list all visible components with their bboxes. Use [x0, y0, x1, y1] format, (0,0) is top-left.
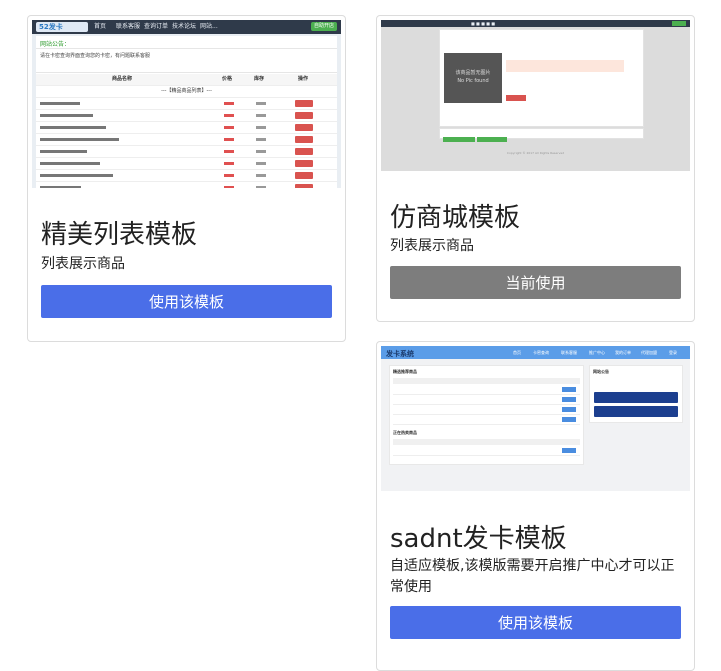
thumb-nav-button: 自助开店	[311, 22, 337, 31]
thumb-table-row	[36, 170, 337, 182]
template-thumbnail: 52发卡 首页 联系客服 查询订单 技术论坛 网站... 自助开店 网站公告： …	[32, 20, 341, 188]
thumb-buy-button	[295, 100, 313, 107]
thumb-section-title: 正在热卖商品	[393, 430, 417, 435]
thumb-buy-button	[295, 172, 313, 179]
use-template-button[interactable]: 使用该模板	[390, 606, 681, 639]
thumb-buy-button	[295, 124, 313, 131]
template-card-sadnt: 发卡系统 首页 卡密查询 联系客服 推广中心 我的订单 代理加盟 登录 精选推荐…	[376, 341, 695, 671]
thumb-nav-item: 联系客服	[116, 23, 141, 30]
template-thumbnail: ■ ■ ■ ■ ■ 该商品暂无图片 No Pic found Copyright…	[381, 20, 690, 171]
thumb-logo: 52发卡	[36, 22, 88, 32]
thumb-banner	[594, 406, 678, 417]
thumb-nav-button	[672, 21, 686, 26]
thumb-navbar: ■ ■ ■ ■ ■	[381, 20, 690, 27]
divider	[36, 72, 337, 73]
thumb-banner	[594, 392, 678, 403]
thumb-sidebar: 网站公告	[589, 365, 683, 423]
thumb-section-title: 精选推荐商品	[393, 369, 417, 374]
thumb-navbar: 发卡系统 首页 卡密查询 联系客服 推广中心 我的订单 代理加盟 登录	[381, 346, 690, 359]
thumb-notice-title: 网站公告：	[40, 41, 71, 48]
thumb-buy-button	[295, 160, 313, 167]
thumb-table-row	[393, 385, 580, 395]
thumb-buy-button	[295, 148, 313, 155]
thumb-nav-item: ■ ■ ■ ■ ■	[471, 21, 495, 26]
thumb-no-image: 该商品暂无图片 No Pic found	[444, 53, 502, 103]
thumb-table-header	[393, 439, 580, 445]
thumb-green-tab	[443, 137, 475, 142]
thumb-nav-item: 技术论坛	[172, 23, 197, 30]
thumb-nav-item: 推广中心	[589, 350, 605, 355]
thumb-table-header: 商品名称 价格 库存 操作	[36, 74, 337, 86]
thumb-buy-button	[295, 112, 313, 119]
thumb-nav-item: 我的订单	[615, 350, 631, 355]
thumb-buy-button	[295, 184, 313, 188]
thumb-nav-item: 联系客服	[561, 350, 577, 355]
thumb-no-image-text-en: No Pic found	[457, 78, 489, 84]
thumb-footer: Copyright © 2017 All Rights Reserved	[506, 151, 565, 155]
thumb-side-title: 网站公告	[593, 369, 609, 374]
template-title: 精美列表模板	[41, 220, 198, 250]
template-card-list: 52发卡 首页 联系客服 查询订单 技术论坛 网站... 自助开店 网站公告： …	[27, 15, 346, 342]
thumb-table-row	[36, 158, 337, 170]
thumb-table-row	[36, 182, 337, 188]
thumb-product-panel: 该商品暂无图片 No Pic found	[439, 29, 644, 127]
thumb-th: 库存	[254, 76, 265, 82]
template-description: 自适应模板,该模版需要开启推广中心才可以正常使用	[390, 558, 675, 595]
thumb-nav-item: 登录	[669, 350, 677, 355]
thumb-table-row	[36, 146, 337, 158]
thumb-th: 操作	[298, 76, 309, 82]
thumb-nav-item: 首页	[94, 23, 107, 30]
thumb-price-box	[506, 60, 624, 72]
thumb-table-header	[393, 378, 580, 384]
template-card-mall: ■ ■ ■ ■ ■ 该商品暂无图片 No Pic found Copyright…	[376, 15, 695, 322]
thumb-table-row	[393, 395, 580, 405]
thumb-table-row	[36, 122, 337, 134]
thumb-green-tab	[477, 137, 507, 142]
thumb-navbar: 52发卡 首页 联系客服 查询订单 技术论坛 网站... 自助开店	[32, 20, 341, 34]
thumb-notice-text: 请在卡密查询界面查询您的卡密，有问题联系客服	[40, 53, 151, 59]
thumb-category-title: ---【精品商品列表】---	[36, 86, 337, 98]
thumb-nav-item: 卡密查询	[533, 350, 549, 355]
template-description: 列表展示商品	[390, 238, 474, 254]
thumb-th: 商品名称	[112, 76, 133, 82]
thumb-table-row	[36, 110, 337, 122]
thumb-table-row	[36, 134, 337, 146]
thumb-table-row	[393, 405, 580, 415]
thumb-content: 网站公告： 请在卡密查询界面查询您的卡密，有问题联系客服 商品名称 价格 库存 …	[36, 36, 337, 188]
thumb-logo: 发卡系统	[386, 350, 414, 358]
template-title: sadnt发卡模板	[390, 524, 567, 554]
current-template-button[interactable]: 当前使用	[390, 266, 681, 299]
thumb-nav-item: 首页	[513, 350, 521, 355]
thumb-buy-button	[295, 136, 313, 143]
thumb-product-list: 精选推荐商品 正在热卖商品	[389, 365, 584, 465]
template-thumbnail: 发卡系统 首页 卡密查询 联系客服 推广中心 我的订单 代理加盟 登录 精选推荐…	[381, 346, 690, 491]
thumb-table-row	[393, 415, 580, 425]
template-title: 仿商城模板	[390, 203, 521, 233]
template-description: 列表展示商品	[41, 256, 125, 272]
use-template-button[interactable]: 使用该模板	[41, 285, 332, 318]
thumb-no-image-text: 该商品暂无图片	[455, 70, 491, 76]
thumb-buy-button	[506, 95, 526, 101]
thumb-nav-item: 代理加盟	[641, 350, 657, 355]
thumb-th: 价格	[222, 76, 233, 82]
thumb-table-row	[393, 446, 580, 456]
divider	[36, 48, 337, 49]
thumb-table-row	[36, 98, 337, 110]
thumb-nav-item: 网站...	[200, 23, 218, 30]
thumb-nav-item: 查询订单	[144, 23, 169, 30]
